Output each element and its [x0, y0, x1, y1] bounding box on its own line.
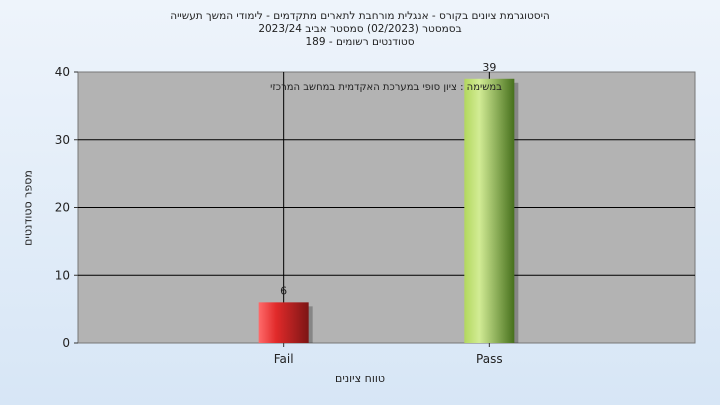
y-tick-label: 0 — [62, 336, 70, 350]
data-label-pass: 39 — [482, 61, 496, 74]
x-axis-ticks: Fail Pass — [274, 343, 503, 366]
data-label-fail: 6 — [280, 284, 287, 297]
y-tick-label: 20 — [55, 201, 70, 215]
bar-chart: 6 39 0 10 20 30 40 Fail Pass במשימה : ציון סופ… — [55, 61, 696, 366]
bar-pass — [464, 78, 515, 344]
x-tick-label-pass: Pass — [476, 352, 503, 366]
y-tick-label: 30 — [55, 133, 70, 147]
bar-fail — [258, 302, 309, 343]
x-axis-label: טווח ציונים — [335, 372, 385, 385]
x-tick-label-fail: Fail — [274, 352, 294, 366]
y-tick-label: 10 — [55, 268, 70, 282]
y-tick-label: 40 — [55, 65, 70, 79]
y-axis-ticks: 0 10 20 30 40 — [55, 65, 78, 350]
y-axis-label: מספר סטודנטים — [21, 170, 35, 246]
chart-annotation: במשימה : ציון סופי במערכת האקדמית במחשב … — [270, 82, 502, 93]
